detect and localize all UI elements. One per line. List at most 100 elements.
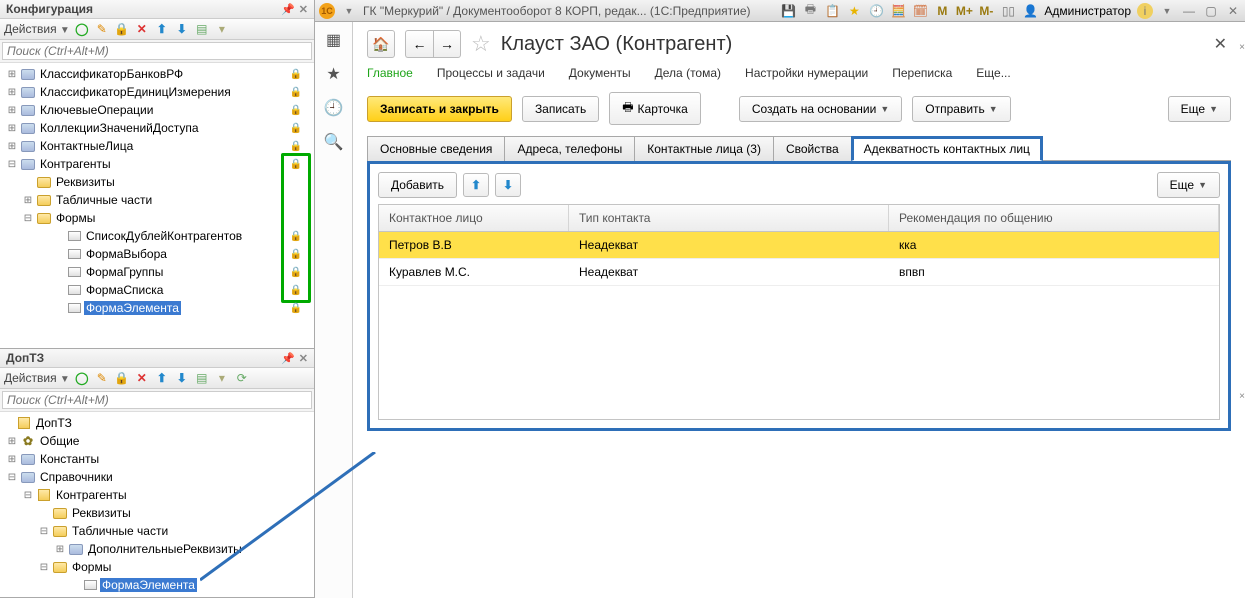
history-icon[interactable]: 🕘 (324, 98, 344, 118)
more-button-2[interactable]: Еще▼ (1157, 172, 1220, 198)
lock-icon[interactable]: 🔒 (114, 21, 130, 37)
tree-item[interactable]: Контрагенты (54, 488, 129, 502)
col-recommend[interactable]: Рекомендация по общению (889, 205, 1219, 231)
navtab[interactable]: Переписка (892, 66, 952, 80)
edit-icon[interactable]: ✎ (94, 21, 110, 37)
dropdown-icon[interactable]: ▼ (341, 3, 357, 19)
pin-icon[interactable]: 📌 (281, 3, 295, 16)
tree-item[interactable]: КлассификаторБанковРФ (38, 67, 185, 81)
tree-item[interactable]: ФормаГруппы (84, 265, 165, 279)
tree-item[interactable]: Реквизиты (70, 506, 133, 520)
send-button[interactable]: Отправить▼ (912, 96, 1010, 122)
actions-menu[interactable]: Действия ▼ (4, 22, 70, 36)
tree-item[interactable]: КонтактныеЛица (38, 139, 135, 153)
navtab-main[interactable]: Главное (367, 66, 413, 80)
back-button[interactable]: ← (405, 30, 433, 58)
tree-item[interactable]: ДополнительныеРеквизиты (86, 542, 244, 556)
star-icon[interactable]: ☆ (471, 31, 491, 57)
tree-item[interactable]: Формы (70, 560, 113, 574)
tree-item[interactable]: Табличные части (70, 524, 170, 538)
down-icon[interactable]: ⬇ (174, 370, 190, 386)
col-type[interactable]: Тип контакта (569, 205, 889, 231)
save-icon[interactable]: 💾 (780, 3, 796, 19)
save-button[interactable]: Записать (522, 96, 599, 122)
tree-item[interactable]: КлассификаторЕдиницИзмерения (38, 85, 233, 99)
forward-button[interactable]: → (433, 30, 461, 58)
close-icon[interactable]: ✕ (299, 352, 308, 365)
subtab[interactable]: Основные сведения (367, 136, 505, 161)
tree-item[interactable]: ФормаСписка (84, 283, 165, 297)
add-button[interactable]: Добавить (378, 172, 457, 198)
m-button[interactable]: M (934, 3, 950, 19)
calendar-icon[interactable]: 🗓 (912, 3, 928, 19)
filter-icon[interactable]: ▾ (214, 370, 230, 386)
subtab[interactable]: Контактные лица (3) (634, 136, 774, 161)
info-icon[interactable]: i (1137, 3, 1153, 19)
grid-row-selected[interactable]: Петров В.В Неадекват кка (379, 232, 1219, 259)
actions-menu[interactable]: Действия ▼ (4, 371, 70, 385)
m-plus-button[interactable]: M+ (956, 3, 972, 19)
list-icon[interactable]: ▤ (194, 370, 210, 386)
tree-item[interactable]: ФормаВыбора (84, 247, 169, 261)
calc-icon[interactable]: 🧮 (890, 3, 906, 19)
home-button[interactable]: 🏠 (367, 30, 395, 58)
pin-icon[interactable]: 📌 (281, 352, 295, 365)
tree-item-selected[interactable]: ФормаЭлемента (84, 301, 181, 315)
close-tab-icon[interactable]: ✕ (1210, 30, 1231, 58)
tree-item[interactable]: Формы (54, 211, 97, 225)
maximize-icon[interactable]: ▢ (1203, 3, 1219, 19)
print-icon[interactable]: 🖶 (802, 3, 818, 19)
tree-root[interactable]: ДопТЗ (34, 416, 74, 430)
subtab-active[interactable]: Адекватность контактных лиц (851, 136, 1043, 161)
history-icon[interactable]: 🕘 (868, 3, 884, 19)
move-down-button[interactable]: ⬇ (495, 173, 521, 197)
tree-item[interactable]: Общие (38, 434, 81, 448)
search-icon[interactable]: 🔍 (324, 132, 344, 152)
refresh-icon[interactable]: ⟳ (234, 370, 250, 386)
tree-item[interactable]: Реквизиты (54, 175, 117, 189)
config-search[interactable] (2, 42, 312, 60)
save-close-button[interactable]: Записать и закрыть (367, 96, 512, 122)
up-icon[interactable]: ⬆ (154, 21, 170, 37)
navtab-more[interactable]: Еще... (976, 66, 1010, 80)
navtab[interactable]: Настройки нумерации (745, 66, 868, 80)
delete-icon[interactable]: ✕ (134, 370, 150, 386)
tree-item[interactable]: Контрагенты (38, 157, 113, 171)
m-minus-button[interactable]: M- (978, 3, 994, 19)
subtab[interactable]: Адреса, телефоны (504, 136, 635, 161)
lock-icon[interactable]: 🔒 (114, 370, 130, 386)
apps-icon[interactable]: ▦ (324, 30, 344, 50)
tree-item[interactable]: КлючевыеОперации (38, 103, 155, 117)
filter-icon[interactable]: ▾ (214, 21, 230, 37)
move-up-button[interactable]: ⬆ (463, 173, 489, 197)
subtab[interactable]: Свойства (773, 136, 852, 161)
minimize-icon[interactable]: — (1181, 3, 1197, 19)
list-icon[interactable]: ▤ (194, 21, 210, 37)
col-contact[interactable]: Контактное лицо (379, 205, 569, 231)
tree-item[interactable]: Константы (38, 452, 101, 466)
create-based-button[interactable]: Создать на основании▼ (739, 96, 902, 122)
star-icon[interactable]: ★ (846, 3, 862, 19)
close-icon[interactable]: ✕ (299, 3, 308, 16)
tree-item[interactable]: Справочники (38, 470, 115, 484)
favorite-icon[interactable]: ★ (324, 64, 344, 84)
navtab[interactable]: Процессы и задачи (437, 66, 545, 80)
tree-item[interactable]: Табличные части (54, 193, 154, 207)
add-icon[interactable]: ◯ (74, 21, 90, 37)
edit-icon[interactable]: ✎ (94, 370, 110, 386)
windows-icon[interactable]: ▯▯ (1000, 3, 1016, 19)
more-button[interactable]: Еще▼ (1168, 96, 1231, 122)
navtab[interactable]: Документы (569, 66, 631, 80)
up-icon[interactable]: ⬆ (154, 370, 170, 386)
tree-item[interactable]: КоллекцииЗначенийДоступа (38, 121, 201, 135)
dropdown-icon[interactable]: ▼ (1159, 3, 1175, 19)
close-icon[interactable]: ✕ (1225, 3, 1241, 19)
tree-item-selected[interactable]: ФормаЭлемента (100, 578, 197, 592)
tree-item[interactable]: СписокДублейКонтрагентов (84, 229, 244, 243)
card-button[interactable]: 🖶Карточка (609, 92, 701, 125)
add-icon[interactable]: ◯ (74, 370, 90, 386)
grid-row[interactable]: Куравлев М.С. Неадекват впвп (379, 259, 1219, 286)
delete-icon[interactable]: ✕ (134, 21, 150, 37)
doptz-search[interactable] (2, 391, 312, 409)
navtab[interactable]: Дела (тома) (655, 66, 721, 80)
